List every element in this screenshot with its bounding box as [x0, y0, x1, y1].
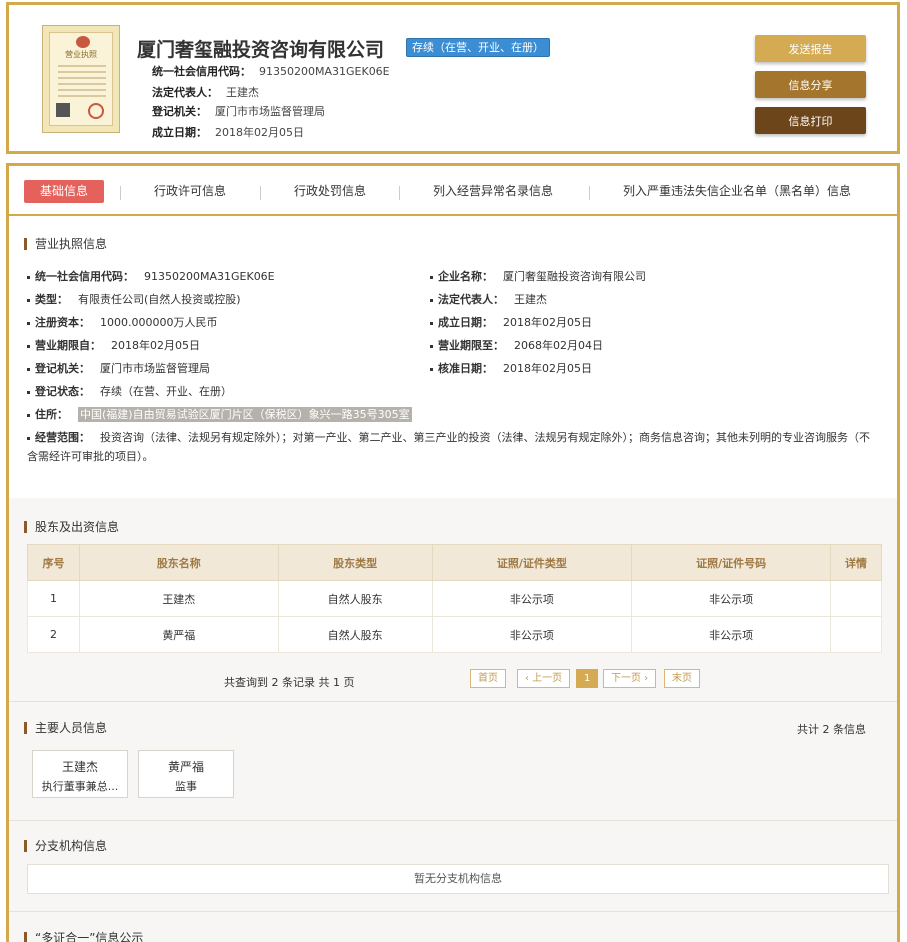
shareholders-table: 序号 股东名称 股东类型 证照/证件类型 证照/证件号码 详情 1 王建杰 自然…	[27, 544, 882, 653]
main-info-card: 基础信息 行政许可信息 行政处罚信息 列入经营异常名录信息 列入严重违法失信企业…	[6, 163, 900, 942]
shareholders-section-title: 股东及出资信息	[24, 521, 119, 533]
person-card[interactable]: 王建杰 执行董事兼总...	[32, 750, 128, 798]
col-cert-type: 证照/证件类型	[431, 544, 633, 581]
tab-bar: 基础信息 行政许可信息 行政处罚信息 列入经营异常名录信息 列入严重违法失信企业…	[9, 166, 897, 216]
national-emblem-icon	[76, 36, 90, 48]
field-company-type: 类型： 有限责任公司(自然人投资或控股)	[27, 291, 241, 307]
details-cell[interactable]	[830, 616, 882, 653]
table-row: 1 王建杰 自然人股东 非公示项 非公示项	[27, 580, 882, 617]
print-info-button[interactable]: 信息打印	[755, 107, 866, 134]
person-name: 黄严福	[167, 760, 204, 774]
col-cert-number: 证照/证件号码	[631, 544, 831, 581]
send-report-button[interactable]: 发送报告	[755, 35, 866, 62]
business-license-thumbnail[interactable]: 营业执照	[42, 25, 120, 133]
pager-first-button[interactable]: 首页	[470, 669, 506, 688]
field-term-from: 营业期限自： 2018年02月05日	[27, 337, 200, 353]
field-approval-date: 核准日期： 2018年02月05日	[430, 360, 592, 376]
person-card[interactable]: 黄严福 监事	[138, 750, 234, 798]
company-name-title: 厦门奢玺融投资咨询有限公司	[137, 39, 385, 61]
pager-summary: 共查询到 2 条记录 共 1 页	[224, 676, 355, 689]
pager-current-page[interactable]: 1	[576, 669, 599, 688]
field-company-name: 企业名称： 厦门奢玺融投资咨询有限公司	[430, 268, 646, 284]
license-thumb-title: 营业执照	[65, 50, 97, 59]
col-shareholder-name: 股东名称	[78, 544, 279, 581]
details-cell[interactable]	[830, 580, 882, 617]
field-term-to: 营业期限至： 2068年02月04日	[430, 337, 603, 353]
tab-blacklist[interactable]: 列入严重违法失信企业名单（黑名单）信息	[623, 182, 851, 199]
person-role: 执行董事兼总...	[41, 780, 119, 793]
person-name: 王建杰	[61, 760, 98, 774]
field-address: 住所： 中国(福建)自由贸易试验区厦门片区（保税区）象兴一路35号305室	[27, 406, 412, 422]
header-established-date: 成立日期： 2018年02月05日	[152, 126, 304, 139]
pager-next-button[interactable]: 下一页 ›	[603, 669, 657, 688]
col-index: 序号	[27, 544, 80, 581]
field-credit-code: 统一社会信用代码： 91350200MA31GEK06E	[27, 268, 275, 284]
header-credit-code: 统一社会信用代码： 91350200MA31GEK06E	[152, 65, 390, 78]
multi-cert-section-title: “多证合一”信息公示	[24, 932, 143, 942]
branches-section-title: 分支机构信息	[24, 840, 107, 852]
field-registration-status: 登记状态： 存续（在营、开业、在册）	[27, 383, 232, 399]
person-role: 监事	[175, 780, 197, 793]
tab-admin-license[interactable]: 行政许可信息	[154, 182, 226, 199]
qr-code-icon	[56, 103, 70, 117]
tab-admin-penalty[interactable]: 行政处罚信息	[294, 182, 366, 199]
personnel-section-title: 主要人员信息	[24, 722, 107, 734]
field-registered-capital: 注册资本： 1000.000000万人民币	[27, 314, 217, 330]
header-registration-authority: 登记机关： 厦门市市场监督管理局	[152, 105, 325, 118]
field-established-date: 成立日期： 2018年02月05日	[430, 314, 592, 330]
pager-last-button[interactable]: 末页	[664, 669, 700, 688]
field-legal-rep: 法定代表人： 王建杰	[430, 291, 547, 307]
tab-basic-info[interactable]: 基础信息	[24, 180, 104, 203]
official-seal-icon	[88, 103, 104, 119]
table-header-row: 序号 股东名称 股东类型 证照/证件类型 证照/证件号码 详情	[27, 544, 882, 581]
branches-empty-message: 暂无分支机构信息	[27, 864, 889, 894]
table-row: 2 黄严福 自然人股东 非公示项 非公示项	[27, 616, 882, 653]
address-value: 中国(福建)自由贸易试验区厦门片区（保税区）象兴一路35号305室	[78, 407, 412, 422]
license-section-title: 营业执照信息	[24, 238, 107, 250]
field-registration-authority: 登记机关： 厦门市市场监督管理局	[27, 360, 210, 376]
col-shareholder-type: 股东类型	[277, 544, 433, 581]
field-business-scope: 经营范围： 投资咨询（法律、法规另有规定除外）；对第一产业、第二产业、第三产业的投…	[27, 431, 870, 463]
pager-prev-button[interactable]: ‹ 上一页	[517, 669, 571, 688]
tab-abnormal-list[interactable]: 列入经营异常名录信息	[433, 182, 553, 199]
status-badge: 存续（在营、开业、在册）	[406, 38, 550, 57]
personnel-total: 共计 2 条信息	[797, 723, 866, 736]
share-info-button[interactable]: 信息分享	[755, 71, 866, 98]
header-legal-rep: 法定代表人： 王建杰	[152, 86, 259, 99]
col-details: 详情	[830, 544, 882, 581]
company-header-card: 营业执照 厦门奢玺融投资咨询有限公司 存续（在营、开业、在册） 统一社会信用代码…	[6, 2, 900, 154]
